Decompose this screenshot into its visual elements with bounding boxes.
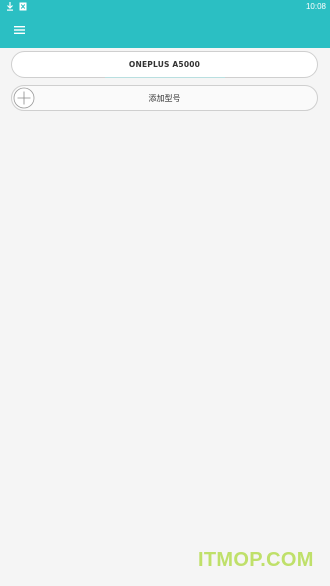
model-item-button[interactable]: ONEPLUS A5000 (11, 51, 318, 78)
plus-circle-icon (13, 87, 35, 109)
watermark-text: ITMOP.COM (198, 549, 314, 571)
app-header: 10:08 (0, 0, 330, 48)
add-model-label: 添加型号 (148, 93, 181, 103)
add-model-button[interactable]: 添加型号 (11, 85, 318, 111)
model-item-label: ONEPLUS A5000 (128, 60, 201, 69)
status-bar: 10:08 (0, 0, 330, 14)
download-icon (7, 2, 13, 11)
status-time: 10:08 (305, 2, 326, 11)
model-item-underline (105, 77, 225, 78)
notification-icon (19, 2, 27, 11)
hamburger-menu-icon (14, 26, 25, 34)
menu-button[interactable] (10, 22, 28, 38)
